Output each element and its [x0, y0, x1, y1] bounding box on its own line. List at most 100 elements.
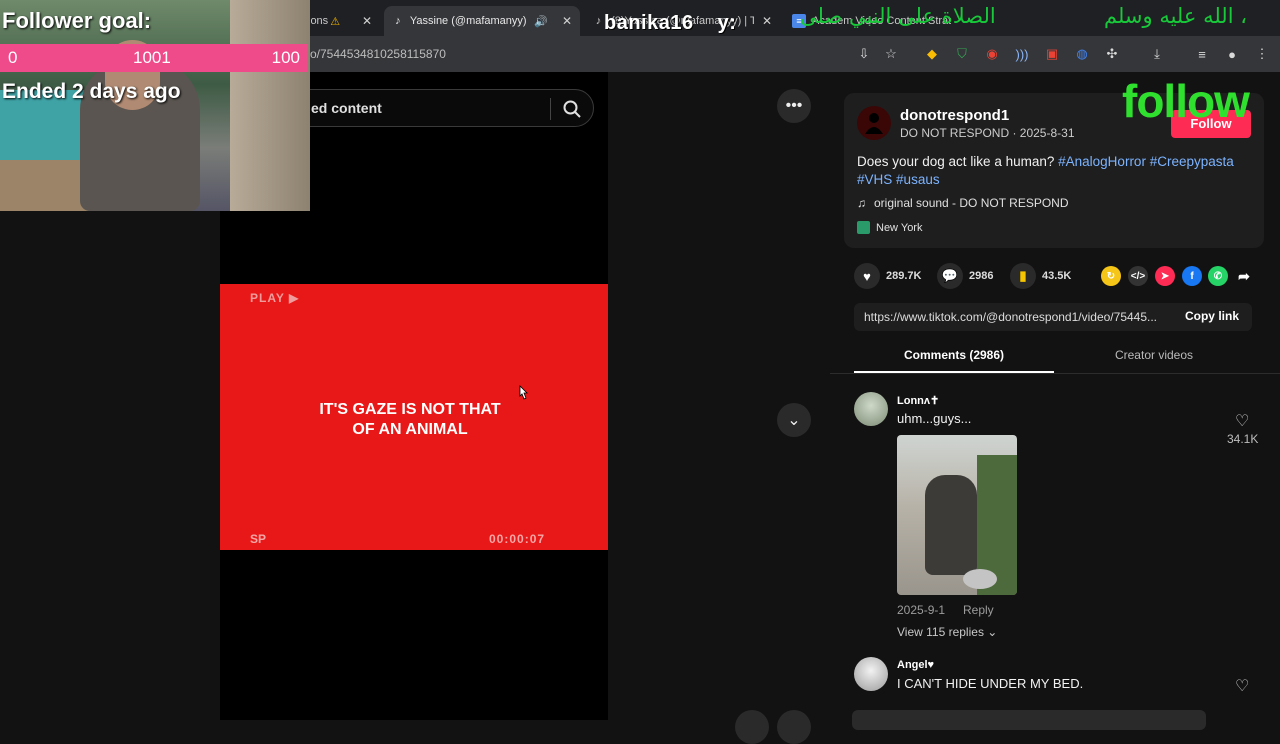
commenter-name[interactable]: Lonnʌ✝: [897, 394, 939, 407]
hashtag-link[interactable]: #usaus: [896, 172, 940, 187]
music-note-icon: ♫: [857, 196, 866, 210]
commenter-avatar[interactable]: [854, 657, 888, 691]
comment-bubble-icon[interactable]: 💬: [937, 263, 963, 289]
location-label: New York: [876, 221, 923, 234]
location-pin-icon: [857, 221, 870, 234]
comment-text: I CAN'T HIDE UNDER MY BED.: [897, 676, 1084, 691]
like-stat[interactable]: ♥ 289.7K: [854, 263, 921, 289]
install-app-icon[interactable]: ⇩: [854, 44, 874, 64]
post-description: Does your dog act like a human? #AnalogH…: [857, 153, 1252, 189]
shazam-extension-icon[interactable]: ◍: [1072, 44, 1092, 64]
streamer-tag-name: banika16: [604, 12, 694, 34]
comment-stat[interactable]: 💬 2986: [937, 263, 993, 289]
extension-icon[interactable]: ◆: [922, 44, 942, 64]
arabic-overlay-text: ، الله عليه وسلم: [1104, 4, 1247, 28]
search-icon[interactable]: [561, 98, 583, 120]
close-tab-icon[interactable]: ✕: [354, 14, 372, 28]
profile-avatar-icon[interactable]: ●: [1222, 44, 1242, 64]
commenter-avatar[interactable]: [854, 392, 888, 426]
copy-link-button[interactable]: Copy link: [1174, 309, 1250, 323]
shield-extension-icon[interactable]: ⛉: [952, 44, 972, 64]
video-play-label: PLAY ▶: [250, 291, 300, 305]
link-box: https://www.tiktok.com/@donotrespond1/vi…: [854, 303, 1252, 331]
browser-tab-active[interactable]: ♪ Yassine (@mafamanyy) | Tik 🔊 ✕: [384, 6, 580, 36]
heart-icon[interactable]: ♥: [854, 263, 880, 289]
caption-line: OF AN ANIMAL: [352, 421, 468, 438]
comment-like-count: 34.1K: [1227, 432, 1259, 446]
comment-heart-icon[interactable]: ♡: [1235, 676, 1249, 696]
image-dog: [925, 475, 977, 575]
commenter-name[interactable]: Angel♥: [897, 659, 934, 671]
embed-code-icon[interactable]: </>: [1128, 266, 1148, 286]
sound-link[interactable]: ♫ original sound - DO NOT RESPOND: [857, 196, 1069, 210]
search-bar[interactable]: ed content: [290, 89, 594, 127]
location-link[interactable]: New York: [857, 221, 922, 234]
nav-button[interactable]: [777, 710, 811, 744]
comment-date: 2025-9-1: [897, 603, 946, 617]
chrome-extension-icon[interactable]: ◉: [982, 44, 1002, 64]
bookmark-star-icon[interactable]: ☆: [881, 44, 901, 64]
streamer-tag: banika16 y:: [604, 12, 736, 35]
goal-max: 100: [271, 48, 300, 67]
goal-current: 1001: [133, 48, 171, 67]
comment-heart-icon[interactable]: ♡: [1235, 411, 1249, 431]
camera-extension-icon[interactable]: ▣: [1042, 44, 1062, 64]
tab-label: ions: [308, 15, 329, 27]
more-options-button[interactable]: •••: [777, 89, 811, 123]
share-arrow-icon[interactable]: ➦: [1234, 266, 1254, 286]
video-player[interactable]: PLAY ▶ IT'S GAZE IS NOT THAT OF AN ANIMA…: [220, 284, 608, 550]
browser-tab[interactable]: ions ⚠ ✕: [300, 6, 380, 36]
extensions-puzzle-icon[interactable]: ✣: [1102, 44, 1122, 64]
close-tab-icon[interactable]: ✕: [554, 14, 572, 28]
next-video-button[interactable]: ⌄: [777, 403, 811, 437]
author-avatar[interactable]: [857, 106, 891, 140]
media-control-icon[interactable]: ≡: [1192, 44, 1212, 64]
browser-menu-icon[interactable]: ⋮: [1252, 44, 1272, 64]
facebook-icon[interactable]: f: [1182, 266, 1202, 286]
tab-label: Yassine (@mafamanyy) | Tik: [409, 15, 528, 27]
hashtag-link[interactable]: #Creepypasta: [1150, 154, 1234, 169]
tab-creator-videos[interactable]: Creator videos: [1054, 348, 1254, 362]
tabs-divider: [830, 373, 1280, 374]
hashtag-link[interactable]: #AnalogHorror: [1058, 154, 1146, 169]
comment-text: uhm...guys...: [897, 411, 972, 426]
send-to-friends-icon[interactable]: ➤: [1155, 266, 1175, 286]
webcam-curtain: [230, 0, 310, 211]
video-corner-label: SP: [250, 532, 267, 546]
url-field[interactable]: o/7544534810258115870: [310, 44, 446, 64]
close-tab-icon[interactable]: ✕: [754, 14, 772, 28]
mouse-cursor-icon: [519, 385, 528, 400]
view-replies-button[interactable]: View 115 replies ⌄: [897, 625, 997, 639]
nav-button[interactable]: [735, 710, 769, 744]
goal-min: 0: [8, 48, 18, 67]
whatsapp-icon[interactable]: ✆: [1208, 266, 1228, 286]
follower-goal-bar: 0 1001 100: [0, 44, 308, 72]
bookmark-icon[interactable]: ▮: [1010, 263, 1036, 289]
save-stat[interactable]: ▮ 43.5K: [1010, 263, 1071, 289]
author-name[interactable]: donotrespond1: [900, 107, 1009, 124]
repost-icon[interactable]: ↻: [1101, 266, 1121, 286]
caption-line: IT'S GAZE IS NOT THAT: [319, 401, 501, 418]
audio-extension-icon[interactable]: ))): [1012, 44, 1032, 64]
search-input[interactable]: ed content: [311, 100, 382, 116]
download-icon[interactable]: ⤓: [1147, 44, 1167, 64]
video-link-field[interactable]: https://www.tiktok.com/@donotrespond1/vi…: [864, 310, 1170, 324]
tiktok-icon: ♪: [395, 15, 401, 27]
streamer-tag-suffix: y:: [717, 12, 737, 34]
sound-label: original sound - DO NOT RESPOND: [874, 196, 1069, 210]
comment-image[interactable]: [897, 435, 1017, 595]
comment-count: 2986: [969, 270, 994, 282]
image-bowl: [963, 569, 997, 589]
follower-goal-title: Follower goal:: [2, 8, 152, 33]
hashtag-link[interactable]: #VHS: [857, 172, 892, 187]
arabic-overlay-text: الصلاة على النبي صلى: [800, 4, 996, 28]
reply-button[interactable]: Reply: [963, 603, 994, 617]
add-comment-input[interactable]: [852, 710, 1206, 730]
save-count: 43.5K: [1042, 270, 1072, 282]
goal-status: Ended 2 days ago: [2, 80, 181, 103]
video-caption: IT'S GAZE IS NOT THAT OF AN ANIMAL: [220, 400, 600, 440]
follow-overlay-text: follow: [1122, 75, 1250, 127]
tab-comments[interactable]: Comments (2986): [854, 348, 1054, 362]
author-subtitle: DO NOT RESPOND · 2025-8-31: [900, 126, 1075, 140]
speaker-icon: 🔊: [534, 15, 548, 28]
